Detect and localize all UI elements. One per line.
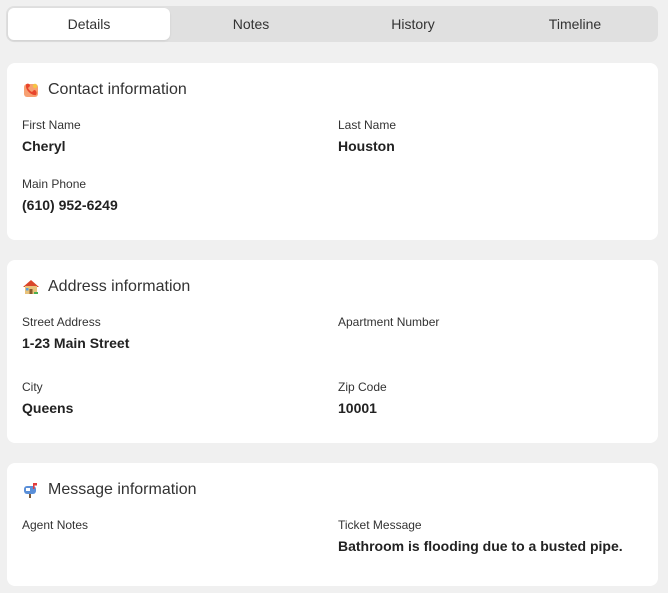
field-value: Queens	[22, 400, 74, 416]
card-title: Contact information	[48, 81, 187, 98]
city-field: City Queens	[22, 380, 338, 418]
field-label: First Name	[22, 118, 81, 132]
field-label: Zip Code	[338, 380, 387, 394]
tab-timeline[interactable]: Timeline	[494, 8, 656, 40]
main-phone-field: Main Phone (610) 952-6249	[22, 177, 338, 215]
last-name-field: Last Name Houston	[338, 118, 638, 156]
card-title: Address information	[48, 278, 191, 295]
house-icon	[22, 278, 40, 296]
ticket-message-field: Ticket Message Bathroom is flooding due …	[338, 518, 638, 556]
field-label: Main Phone	[22, 177, 87, 191]
apartment-number-field: Apartment Number	[338, 315, 638, 353]
card-title: Message information	[48, 481, 197, 498]
zip-code-field: Zip Code 10001	[338, 380, 638, 418]
field-label: Apartment Number	[338, 315, 440, 329]
field-label: Last Name	[338, 118, 397, 132]
field-value: 1-23 Main Street	[22, 335, 130, 351]
message-information-header: Message information	[22, 478, 643, 502]
agent-notes-field: Agent Notes	[22, 518, 338, 556]
contact-information-card: Contact information First Name Cheryl La…	[7, 63, 658, 240]
field-value: 10001	[338, 400, 377, 416]
tab-history[interactable]: History	[332, 8, 494, 40]
field-label: Agent Notes	[22, 518, 89, 532]
field-value: Cheryl	[22, 138, 66, 154]
field-label: Ticket Message	[338, 518, 422, 532]
field-value: (610) 952-6249	[22, 197, 118, 213]
address-information-header: Address information	[22, 275, 643, 299]
message-information-card: Message information Agent Notes Ticket M…	[7, 463, 658, 586]
address-information-card: Address information Street Address 1-23 …	[7, 260, 658, 443]
field-label: City	[22, 380, 43, 394]
field-value: Houston	[338, 138, 395, 154]
mailbox-icon	[22, 481, 40, 499]
field-value	[338, 335, 638, 353]
contact-information-header: Contact information	[22, 78, 643, 102]
field-label: Street Address	[22, 315, 101, 329]
tab-notes[interactable]: Notes	[170, 8, 332, 40]
tab-bar: Details Notes History Timeline	[6, 6, 658, 42]
field-value: Bathroom is flooding due to a busted pip…	[338, 538, 623, 554]
phone-handset-icon	[22, 81, 40, 99]
first-name-field: First Name Cheryl	[22, 118, 338, 156]
field-value	[22, 538, 338, 556]
street-address-field: Street Address 1-23 Main Street	[22, 315, 338, 353]
tab-details[interactable]: Details	[8, 8, 170, 40]
